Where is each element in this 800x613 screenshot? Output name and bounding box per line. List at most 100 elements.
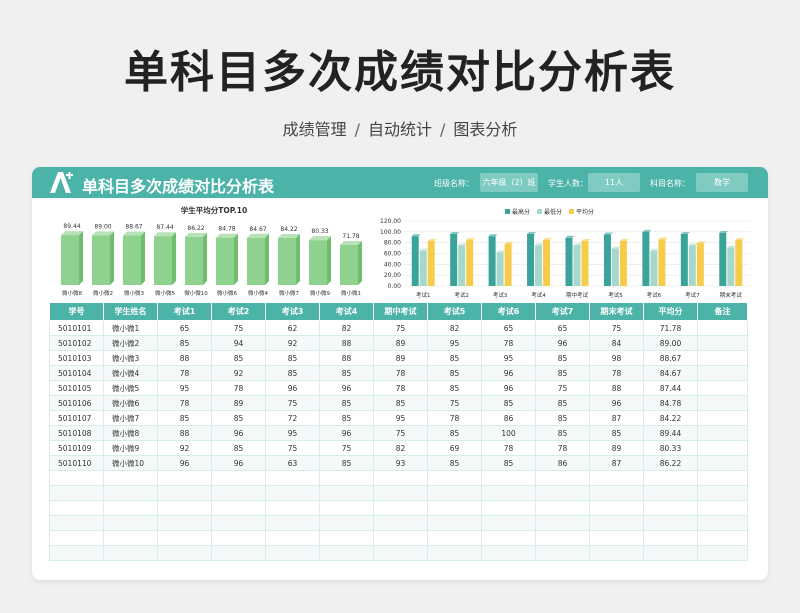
table-cell[interactable]: 82 — [373, 440, 428, 456]
table-cell[interactable]: 85 — [535, 365, 590, 381]
table-cell[interactable] — [643, 545, 698, 561]
table-cell[interactable] — [589, 485, 644, 501]
table-cell[interactable] — [697, 470, 748, 486]
table-cell[interactable] — [265, 515, 320, 531]
table-cell[interactable] — [265, 485, 320, 501]
table-cell[interactable]: 95 — [265, 425, 320, 441]
table-cell[interactable]: 65 — [535, 320, 590, 336]
table-cell[interactable]: 88 — [157, 350, 212, 366]
table-cell[interactable]: 微小微9 — [103, 440, 158, 456]
table-cell[interactable] — [373, 530, 428, 546]
table-cell[interactable]: 75 — [373, 425, 428, 441]
table-cell[interactable]: 微小微1 — [103, 320, 158, 336]
table-cell[interactable]: 5010109 — [49, 440, 104, 456]
table-cell[interactable] — [427, 485, 482, 501]
table-cell[interactable]: 80.33 — [643, 440, 698, 456]
table-cell[interactable] — [427, 530, 482, 546]
table-cell[interactable]: 84.78 — [643, 395, 698, 411]
table-cell[interactable]: 微小微3 — [103, 350, 158, 366]
table-cell[interactable] — [427, 545, 482, 561]
table-cell[interactable]: 86.22 — [643, 455, 698, 471]
table-cell[interactable]: 75 — [589, 320, 644, 336]
table-cell[interactable]: 88.67 — [643, 350, 698, 366]
table-cell[interactable] — [103, 470, 158, 486]
table-cell[interactable]: 5010101 — [49, 320, 104, 336]
table-cell[interactable] — [427, 515, 482, 531]
table-cell[interactable]: 5010105 — [49, 380, 104, 396]
table-cell[interactable]: 85 — [589, 425, 644, 441]
table-cell[interactable]: 88 — [319, 335, 374, 351]
table-cell[interactable] — [697, 485, 748, 501]
table-cell[interactable]: 微小微5 — [103, 380, 158, 396]
table-cell[interactable]: 92 — [157, 440, 212, 456]
table-cell[interactable]: 5010107 — [49, 410, 104, 426]
table-cell[interactable] — [697, 440, 748, 456]
table-cell[interactable] — [643, 530, 698, 546]
table-cell[interactable]: 85 — [265, 350, 320, 366]
table-cell[interactable]: 96 — [319, 425, 374, 441]
table-cell[interactable] — [319, 545, 374, 561]
table-cell[interactable]: 75 — [319, 440, 374, 456]
table-cell[interactable] — [103, 515, 158, 531]
table-cell[interactable]: 85 — [319, 455, 374, 471]
table-cell[interactable] — [589, 500, 644, 516]
table-cell[interactable]: 95 — [373, 410, 428, 426]
table-cell[interactable]: 85 — [211, 350, 266, 366]
table-cell[interactable]: 92 — [265, 335, 320, 351]
table-cell[interactable] — [211, 500, 266, 516]
table-cell[interactable]: 96 — [265, 380, 320, 396]
table-cell[interactable]: 78 — [427, 410, 482, 426]
table-cell[interactable] — [427, 470, 482, 486]
table-cell[interactable]: 63 — [265, 455, 320, 471]
table-cell[interactable]: 95 — [427, 335, 482, 351]
table-cell[interactable] — [481, 470, 536, 486]
table-cell[interactable]: 微小微4 — [103, 365, 158, 381]
table-cell[interactable]: 75 — [535, 380, 590, 396]
table-cell[interactable]: 75 — [265, 440, 320, 456]
table-cell[interactable]: 75 — [373, 320, 428, 336]
table-cell[interactable]: 87.44 — [643, 380, 698, 396]
table-cell[interactable]: 94 — [211, 335, 266, 351]
table-cell[interactable] — [49, 515, 104, 531]
table-cell[interactable]: 84.67 — [643, 365, 698, 381]
table-cell[interactable] — [265, 500, 320, 516]
table-cell[interactable] — [697, 500, 748, 516]
table-cell[interactable] — [481, 530, 536, 546]
table-cell[interactable] — [697, 380, 748, 396]
table-cell[interactable] — [589, 545, 644, 561]
table-cell[interactable]: 85 — [319, 365, 374, 381]
table-cell[interactable]: 微小微7 — [103, 410, 158, 426]
table-cell[interactable] — [157, 515, 212, 531]
table-cell[interactable]: 5010106 — [49, 395, 104, 411]
table-cell[interactable]: 88 — [589, 380, 644, 396]
table-cell[interactable]: 85 — [535, 395, 590, 411]
table-cell[interactable] — [211, 470, 266, 486]
table-cell[interactable]: 5010102 — [49, 335, 104, 351]
table-cell[interactable]: 85 — [535, 350, 590, 366]
table-cell[interactable]: 78 — [157, 395, 212, 411]
table-cell[interactable] — [427, 500, 482, 516]
table-cell[interactable] — [589, 515, 644, 531]
table-cell[interactable] — [373, 500, 428, 516]
table-cell[interactable]: 96 — [211, 425, 266, 441]
student-count-field[interactable]: 11人 — [588, 173, 640, 192]
table-cell[interactable]: 78 — [373, 365, 428, 381]
table-cell[interactable] — [697, 320, 748, 336]
table-cell[interactable]: 85 — [535, 410, 590, 426]
table-cell[interactable] — [49, 545, 104, 561]
table-cell[interactable]: 86 — [481, 410, 536, 426]
table-cell[interactable]: 78 — [211, 380, 266, 396]
table-cell[interactable] — [697, 515, 748, 531]
class-field[interactable]: 六年级（2）班 — [480, 173, 538, 192]
table-cell[interactable]: 85 — [481, 395, 536, 411]
table-cell[interactable]: 82 — [427, 320, 482, 336]
table-cell[interactable] — [643, 470, 698, 486]
table-cell[interactable]: 微小微10 — [103, 455, 158, 471]
table-cell[interactable]: 88 — [319, 350, 374, 366]
table-cell[interactable] — [157, 500, 212, 516]
table-cell[interactable] — [643, 500, 698, 516]
table-cell[interactable]: 98 — [589, 350, 644, 366]
table-cell[interactable] — [589, 470, 644, 486]
table-cell[interactable] — [265, 530, 320, 546]
table-cell[interactable]: 96 — [481, 380, 536, 396]
